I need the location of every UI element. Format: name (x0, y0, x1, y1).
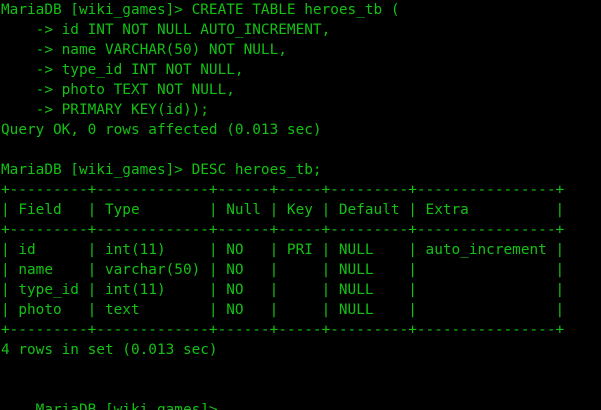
table-border-header: +---------+-------------+------+-----+--… (1, 222, 565, 238)
table-border-top: +---------+-------------+------+-----+--… (1, 182, 565, 198)
command-create-table: MariaDB [wiki_games]> CREATE TABLE heroe… (1, 2, 400, 18)
table-border-bottom: +---------+-------------+------+-----+--… (1, 322, 565, 338)
continuation-line-name: -> name VARCHAR(50) NOT NULL, (1, 42, 287, 58)
table-row: | photo | text | NO | | NULL | | (1, 302, 565, 318)
table-row: | type_id | int(11) | NO | | NULL | | (1, 282, 565, 298)
continuation-line-primary-key: -> PRIMARY KEY(id)); (1, 102, 209, 118)
command-desc-table: MariaDB [wiki_games]> DESC heroes_tb; (1, 162, 322, 178)
prompt-text: MariaDB [wiki_games]> (35, 402, 218, 410)
active-prompt-line[interactable]: MariaDB [wiki_games]> (1, 380, 601, 410)
table-row: | name | varchar(50) | NO | | NULL | | (1, 262, 565, 278)
terminal-window[interactable]: MariaDB [wiki_games]> CREATE TABLE heroe… (0, 0, 601, 410)
query-result-message: Query OK, 0 rows affected (0.013 sec) (1, 122, 322, 138)
continuation-line-type-id: -> type_id INT NOT NULL, (1, 62, 244, 78)
table-header-row: | Field | Type | Null | Key | Default | … (1, 202, 565, 218)
continuation-line-id: -> id INT NOT NULL AUTO_INCREMENT, (1, 22, 331, 38)
rows-in-set-message: 4 rows in set (0.013 sec) (1, 342, 218, 358)
continuation-line-photo: -> photo TEXT NOT NULL, (1, 82, 235, 98)
table-row: | id | int(11) | NO | PRI | NULL | auto_… (1, 242, 565, 258)
